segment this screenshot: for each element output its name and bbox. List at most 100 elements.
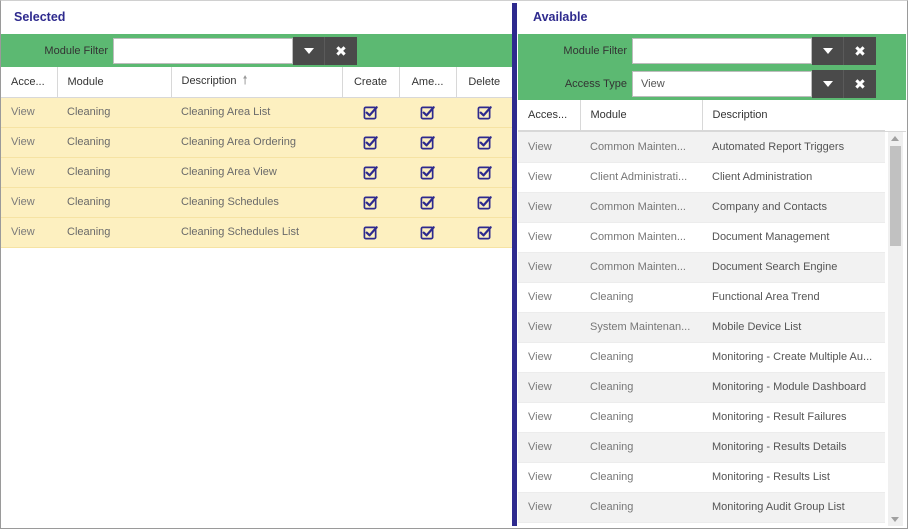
available-access-type-dropdown-button[interactable] <box>812 70 844 98</box>
cell-access: View <box>518 252 580 283</box>
column-header-access[interactable]: Acces... <box>518 100 581 131</box>
cell-description: Monitoring - Results Details <box>702 432 885 463</box>
selected-panel: Selected Module Filter ✖ Acce... Module … <box>1 1 512 527</box>
sort-ascending-icon: 🠕 <box>242 73 248 88</box>
scroll-up-icon[interactable] <box>891 136 899 141</box>
column-header-module[interactable]: Module <box>57 67 172 98</box>
selected-title: Selected <box>14 10 66 24</box>
cell-module: Client Administrati... <box>580 162 702 193</box>
cell-module: Cleaning <box>57 127 171 158</box>
table-row[interactable]: View Client Administrati... Client Adminis… <box>518 162 885 193</box>
column-header-amend[interactable]: Ame... <box>399 67 457 98</box>
table-row[interactable]: View Common Mainten... Document Management <box>518 222 885 253</box>
table-row[interactable]: View Cleaning Monitoring - Result Failures <box>518 402 885 433</box>
table-row[interactable]: View Cleaning Monitoring - Module Dashboar… <box>518 372 885 403</box>
table-row[interactable]: View Common Mainten... Document Search Eng… <box>518 252 885 283</box>
available-module-filter-dropdown-button[interactable] <box>812 37 844 65</box>
cell-amend <box>399 157 456 188</box>
cell-access: View <box>518 402 580 433</box>
cell-access: View <box>518 432 580 463</box>
table-row[interactable]: View Cleaning Monitoring Audit Group List <box>518 492 885 523</box>
available-access-type-input[interactable]: View <box>632 71 812 97</box>
cell-access: View <box>1 127 57 158</box>
table-row[interactable]: View Cleaning Cleaning Area View <box>1 157 512 188</box>
checkbox-checked-icon[interactable] <box>420 225 435 240</box>
cell-description: Document Search Engine <box>702 252 885 283</box>
table-row[interactable]: View System Maintenan... Mobile Device Lis… <box>518 312 885 343</box>
checkbox-checked-icon[interactable] <box>477 225 492 240</box>
column-header-description[interactable]: Description <box>702 100 885 131</box>
column-header-description[interactable]: Description 🠕 <box>171 67 343 98</box>
scrollbar-thumb[interactable] <box>890 146 901 246</box>
cell-module: Common Mainten... <box>580 252 702 283</box>
cell-amend <box>399 127 456 158</box>
selected-module-filter-clear-button[interactable]: ✖ <box>325 37 357 65</box>
table-row[interactable]: View Cleaning Cleaning Area Ordering <box>1 127 512 158</box>
cell-access: View <box>518 192 580 223</box>
available-access-type-clear-button[interactable]: ✖ <box>844 70 876 98</box>
table-row[interactable]: View Cleaning Cleaning Schedules List <box>1 217 512 248</box>
checkbox-checked-icon[interactable] <box>477 135 492 150</box>
selected-module-filter-input[interactable] <box>113 38 293 64</box>
table-row[interactable]: View Cleaning Monitoring - Results Details <box>518 432 885 463</box>
available-table-header-wrap: Acces... Module Description <box>518 100 906 132</box>
table-row[interactable]: View Cleaning Cleaning Area List <box>1 97 512 128</box>
table-row[interactable]: View Common Mainten... Automated Report Tr… <box>518 132 885 163</box>
cell-amend <box>399 187 456 218</box>
checkbox-checked-icon[interactable] <box>477 195 492 210</box>
cell-description: Document Management <box>702 222 885 253</box>
column-header-create[interactable]: Create <box>342 67 400 98</box>
selected-module-filter-row: Module Filter ✖ <box>1 37 357 65</box>
cell-access: View <box>518 282 580 313</box>
checkbox-checked-icon[interactable] <box>363 165 378 180</box>
table-row[interactable]: View Cleaning Cleaning Schedules <box>1 187 512 218</box>
table-row[interactable]: View Cleaning Monitoring - Create Multiple… <box>518 342 885 373</box>
cell-module: Cleaning <box>580 492 702 523</box>
available-module-filter-clear-button[interactable]: ✖ <box>844 37 876 65</box>
cell-module: Common Mainten... <box>580 132 702 163</box>
checkbox-checked-icon[interactable] <box>477 165 492 180</box>
panel-divider[interactable] <box>512 3 517 526</box>
cell-description: Automated Report Triggers <box>702 132 885 163</box>
cell-access: View <box>518 342 580 373</box>
available-title: Available <box>533 10 588 24</box>
checkbox-checked-icon[interactable] <box>420 135 435 150</box>
selected-module-filter-dropdown-button[interactable] <box>293 37 325 65</box>
checkbox-checked-icon[interactable] <box>477 105 492 120</box>
table-row[interactable]: View Cleaning Monitoring - Results List <box>518 462 885 493</box>
checkbox-checked-icon[interactable] <box>363 195 378 210</box>
cell-description: Cleaning Schedules <box>171 187 342 218</box>
table-row[interactable]: View Common Mainten... Company and Contact… <box>518 192 885 223</box>
checkbox-checked-icon[interactable] <box>363 225 378 240</box>
checkbox-checked-icon[interactable] <box>420 165 435 180</box>
selected-table-header: Acce... Module Description 🠕 Create Ame..… <box>1 67 512 98</box>
close-icon: ✖ <box>854 76 866 92</box>
cell-access: View <box>518 162 580 193</box>
checkbox-checked-icon[interactable] <box>363 135 378 150</box>
close-icon: ✖ <box>854 43 866 59</box>
table-row[interactable]: View Cleaning Functional Area Trend <box>518 282 885 313</box>
close-icon: ✖ <box>335 43 347 59</box>
column-header-module[interactable]: Module <box>580 100 703 131</box>
cell-delete <box>456 157 512 188</box>
cell-create <box>342 157 399 188</box>
cell-amend <box>399 97 456 128</box>
chevron-down-icon <box>822 48 833 54</box>
available-table-header: Acces... Module Description <box>518 100 885 131</box>
cell-access: View <box>518 312 580 343</box>
checkbox-checked-icon[interactable] <box>363 105 378 120</box>
scroll-down-icon[interactable] <box>891 517 899 522</box>
checkbox-checked-icon[interactable] <box>420 105 435 120</box>
available-module-filter-input[interactable] <box>632 38 812 64</box>
available-panel: Available Module Filter ✖ Access Type Vi… <box>518 1 906 527</box>
column-header-delete[interactable]: Delete <box>456 67 512 98</box>
cell-access: View <box>1 187 57 218</box>
cell-module: Cleaning <box>57 217 171 248</box>
cell-create <box>342 97 399 128</box>
available-scrollbar[interactable] <box>888 132 903 526</box>
checkbox-checked-icon[interactable] <box>420 195 435 210</box>
cell-module: Cleaning <box>580 282 702 313</box>
column-header-access[interactable]: Acce... <box>1 67 58 98</box>
available-table-body[interactable]: View Common Mainten... Automated Report Tr… <box>518 132 906 527</box>
column-header-description-label: Description <box>181 75 237 88</box>
